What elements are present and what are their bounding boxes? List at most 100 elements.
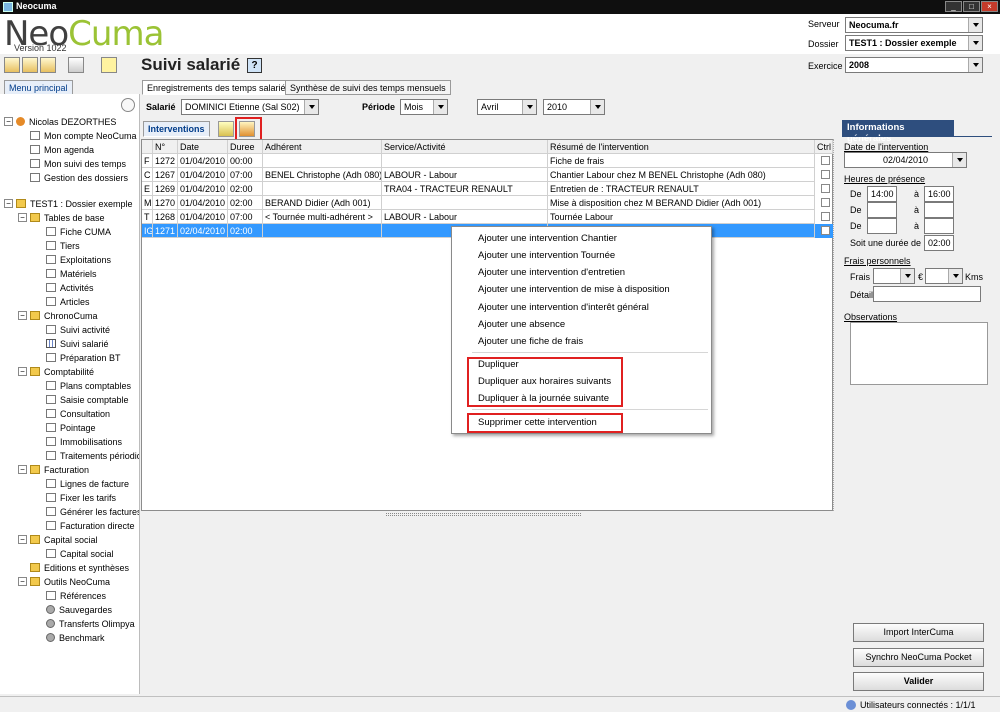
serveur-select[interactable]: Neocuma.fr — [845, 17, 983, 33]
context-menu-item[interactable]: Ajouter une intervention de mise à dispo… — [452, 281, 711, 298]
sidebar-item[interactable]: Saisie comptable — [46, 394, 129, 406]
sidebar-item[interactable]: Pointage — [46, 422, 96, 434]
sidebar-item[interactable]: Références — [46, 590, 106, 602]
tree-group[interactable]: Capital social — [30, 534, 98, 546]
heure-fin-2[interactable] — [924, 202, 954, 218]
sidebar-item[interactable]: Exploitations — [46, 254, 111, 266]
sidebar-item[interactable]: Mon compte NeoCuma — [30, 130, 137, 142]
print-icon[interactable] — [68, 57, 84, 73]
tree-group[interactable]: Comptabilité — [30, 366, 94, 378]
vertical-splitter[interactable] — [833, 139, 834, 511]
sidebar-item[interactable]: Capital social — [46, 548, 114, 560]
date-intervention-select[interactable]: 02/04/2010 — [844, 152, 967, 168]
sidebar-item[interactable]: Plans comptables — [46, 380, 131, 392]
home-icon[interactable] — [4, 57, 20, 73]
refresh-icon[interactable] — [121, 98, 135, 112]
sidebar-item[interactable]: Générer les factures — [46, 506, 139, 518]
sidebar-item[interactable]: Immobilisations — [46, 436, 122, 448]
add-intervention-icon[interactable] — [218, 121, 234, 137]
ctrl-checkbox[interactable] — [821, 226, 830, 235]
tab-enregistrements[interactable]: Enregistrements des temps salariés — [142, 80, 296, 95]
sidebar-item[interactable]: Traitements périodiques — [46, 450, 139, 462]
heure-fin-1[interactable]: 16:00 — [924, 186, 954, 202]
tab-interventions[interactable]: Interventions — [143, 121, 210, 137]
collapse-toggle[interactable]: − — [18, 213, 27, 222]
context-menu-item[interactable]: Ajouter une fiche de frais — [452, 333, 711, 350]
collapse-toggle[interactable]: − — [4, 117, 13, 126]
tree-group[interactable]: ChronoCuma — [30, 310, 98, 322]
heure-debut-2[interactable] — [867, 202, 897, 218]
tree-group[interactable]: Tables de base — [30, 212, 105, 224]
tab-synthese[interactable]: Synthèse de suivi des temps mensuels — [285, 80, 451, 95]
collapse-toggle[interactable]: − — [18, 535, 27, 544]
collapse-toggle[interactable]: − — [18, 367, 27, 376]
heure-fin-3[interactable] — [924, 218, 954, 234]
sidebar-item[interactable]: Suivi activité — [46, 324, 110, 336]
context-menu-item[interactable]: Ajouter une intervention Tournée — [452, 247, 711, 264]
tree-group[interactable]: Outils NeoCuma — [30, 576, 110, 588]
context-menu-item[interactable]: Ajouter une intervention Chantier — [452, 230, 711, 247]
exercice-select[interactable]: 2008 — [845, 57, 983, 73]
collapse-toggle[interactable]: − — [18, 465, 27, 474]
detail-field[interactable] — [873, 286, 981, 302]
ctrl-checkbox[interactable] — [821, 198, 830, 207]
sidebar-item[interactable]: Articles — [46, 296, 90, 308]
sidebar-item[interactable]: Mon agenda — [30, 144, 94, 156]
heure-debut-3[interactable] — [867, 218, 897, 234]
valider-button[interactable]: Valider — [853, 672, 984, 691]
table-cell: C — [142, 168, 153, 182]
help-icon[interactable]: ? — [247, 58, 262, 73]
annee-select[interactable]: 2010 — [543, 99, 605, 115]
sidebar-item[interactable]: Facturation directe — [46, 520, 135, 532]
periode-select[interactable]: Mois — [400, 99, 448, 115]
sidebar-item[interactable]: Sauvegardes — [46, 604, 112, 616]
collapse-toggle[interactable]: − — [18, 311, 27, 320]
salarie-select[interactable]: DOMINICI Etienne (Sal S02) — [181, 99, 319, 115]
sidebar-item[interactable]: Suivi salarié — [46, 338, 109, 350]
mois-select[interactable]: Avril — [477, 99, 537, 115]
splitter-handle[interactable] — [386, 513, 581, 516]
tree-group[interactable]: Editions et synthèses — [30, 562, 129, 574]
observations-field[interactable] — [850, 322, 988, 385]
note-icon[interactable] — [101, 57, 117, 73]
ctrl-checkbox[interactable] — [821, 156, 830, 165]
synchro-pocket-button[interactable]: Synchro NeoCuma Pocket — [853, 648, 984, 667]
sidebar-item[interactable]: Lignes de facture — [46, 478, 129, 490]
context-menu-item[interactable]: Ajouter une intervention d'entretien — [452, 264, 711, 281]
sidebar-item[interactable]: Transferts Olimpya — [46, 618, 135, 630]
minimize-button[interactable]: _ — [945, 1, 962, 12]
maximize-button[interactable]: □ — [963, 1, 980, 12]
sidebar-item[interactable]: Consultation — [46, 408, 110, 420]
import-intercuma-button[interactable]: Import InterCuma — [853, 623, 984, 642]
ctrl-checkbox[interactable] — [821, 184, 830, 193]
collapse-toggle[interactable]: − — [4, 199, 13, 208]
collapse-toggle[interactable]: − — [18, 577, 27, 586]
ctrl-checkbox[interactable] — [821, 212, 830, 221]
close-button[interactable]: × — [981, 1, 998, 12]
context-menu-item[interactable]: Ajouter une absence — [452, 316, 711, 333]
sidebar-item[interactable]: Fiche CUMA — [46, 226, 111, 238]
tree-group[interactable]: Facturation — [30, 464, 89, 476]
context-menu-item[interactable]: Ajouter une intervention d'interêt génér… — [452, 299, 711, 316]
sidebar-item[interactable]: Gestion des dossiers — [30, 172, 128, 184]
sidebar-item[interactable]: Activités — [46, 282, 94, 294]
duree-field[interactable]: 02:00 — [924, 235, 954, 251]
sidebar-item[interactable]: Préparation BT — [46, 352, 121, 364]
ctrl-checkbox[interactable] — [821, 170, 830, 179]
dossier-select[interactable]: TEST1 : Dossier exemple — [845, 35, 983, 51]
sidebar-item[interactable]: Benchmark — [46, 632, 105, 644]
sidebar-item[interactable]: Tiers — [46, 240, 80, 252]
sidebar-item[interactable]: Fixer les tarifs — [46, 492, 116, 504]
user-help-icon[interactable] — [40, 57, 56, 73]
kms-select[interactable] — [925, 268, 963, 284]
tree-dossier[interactable]: TEST1 : Dossier exemple — [16, 198, 133, 210]
help-icon[interactable] — [22, 57, 38, 73]
frais-select[interactable] — [873, 268, 915, 284]
document-icon — [46, 591, 56, 600]
heure-debut-1[interactable]: 14:00 — [867, 186, 897, 202]
sidebar-item[interactable]: Mon suivi des temps — [30, 158, 126, 170]
tree-user[interactable]: Nicolas DEZORTHES — [16, 116, 116, 128]
sidebar-item[interactable]: Matériels — [46, 268, 97, 280]
tab-menu-principal[interactable]: Menu principal — [4, 80, 73, 95]
users-icon — [846, 700, 856, 710]
